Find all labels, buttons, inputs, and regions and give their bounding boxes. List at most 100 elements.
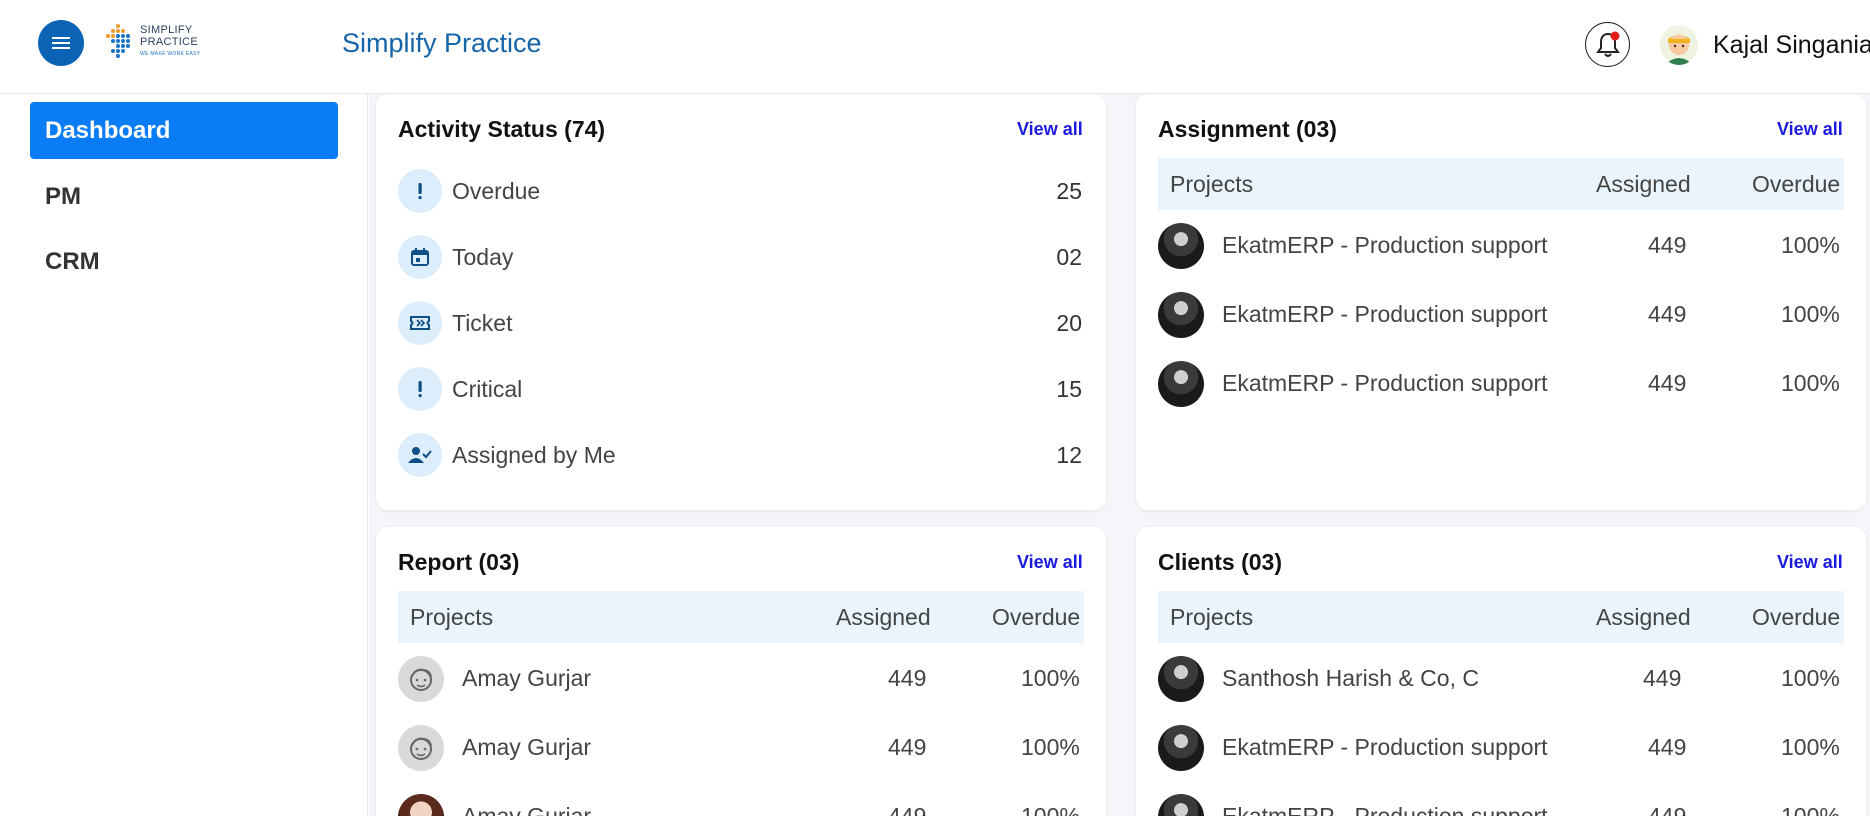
user-check-icon [398, 433, 442, 477]
overdue-value: 100% [1021, 665, 1080, 691]
exclamation-icon [398, 367, 442, 411]
activity-row-overdue[interactable]: Overdue 25 [398, 168, 1082, 214]
column-header-assigned: Assigned [1596, 171, 1691, 197]
logo-text: SIMPLIFY PRACTICE WE MAKE WORK EASY [140, 24, 200, 60]
project-avatar [1158, 223, 1204, 269]
overdue-value: 100% [1781, 301, 1840, 327]
activity-row-ticket[interactable]: Ticket 20 [398, 300, 1082, 346]
overdue-value: 100% [1781, 232, 1840, 258]
table-row[interactable]: EkatmERP - Production support 449 100% [1158, 216, 1844, 276]
person-avatar [398, 794, 444, 816]
calendar-icon [398, 235, 442, 279]
client-avatar [1158, 794, 1204, 816]
assigned-value: 449 [1648, 232, 1687, 258]
sidebar-item-label: CRM [45, 247, 100, 275]
report-card-title: Report (03) [398, 549, 520, 575]
clients-view-all-link[interactable]: View all [1777, 552, 1843, 573]
activity-label: Ticket [452, 309, 513, 336]
project-avatar [1158, 292, 1204, 338]
ticket-icon [398, 301, 442, 345]
client-name: EkatmERP - Production support [1222, 734, 1548, 760]
sidebar-item-label: Dashboard [45, 116, 171, 144]
column-header-overdue: Overdue [992, 604, 1081, 630]
activity-status-card: Activity Status (74) View all Overdue 25… [376, 94, 1106, 510]
clients-card-title: Clients (03) [1158, 549, 1282, 575]
activity-row-critical[interactable]: Critical 15 [398, 366, 1082, 412]
menu-button[interactable] [38, 20, 84, 66]
assigned-value: 449 [888, 734, 927, 760]
assignment-view-all-link[interactable]: View all [1777, 119, 1843, 140]
app-logo[interactable]: SIMPLIFY PRACTICE WE MAKE WORK EASY [104, 20, 204, 64]
activity-row-today[interactable]: Today 02 [398, 234, 1082, 280]
project-name: EkatmERP - Production support [1222, 232, 1548, 258]
activity-count: 02 [1056, 243, 1082, 270]
sidebar: Dashboard PM CRM [0, 94, 368, 816]
table-row[interactable]: EkatmERP - Production support 449 100% [1158, 285, 1844, 345]
top-header: SIMPLIFY PRACTICE WE MAKE WORK EASY Simp… [0, 0, 1870, 94]
activity-view-all-link[interactable]: View all [1017, 119, 1083, 140]
project-avatar [1158, 361, 1204, 407]
table-row[interactable]: Santhosh Harish & Co, C 449 100% [1158, 649, 1844, 709]
column-header-overdue: Overdue [1752, 604, 1841, 630]
sidebar-item-dashboard[interactable]: Dashboard [30, 102, 338, 159]
assigned-value: 449 [1648, 803, 1687, 816]
client-name: Santhosh Harish & Co, C [1222, 665, 1479, 691]
assigned-value: 449 [1648, 734, 1687, 760]
user-avatar[interactable] [1660, 25, 1698, 65]
activity-count: 15 [1056, 375, 1082, 402]
overdue-value: 100% [1021, 734, 1080, 760]
table-row[interactable]: EkatmERP - Production support 449 100% [1158, 718, 1844, 778]
column-header-projects: Projects [1170, 171, 1254, 197]
report-view-all-link[interactable]: View all [1017, 552, 1083, 573]
report-card: Report (03) View all Projects Assigned O… [376, 527, 1106, 816]
activity-count: 20 [1056, 309, 1082, 336]
clients-table-header: Projects Assigned Overdue [1158, 591, 1844, 643]
assigned-value: 449 [1643, 665, 1682, 691]
hamburger-icon [52, 37, 70, 49]
person-name: Amay Gurjar [462, 665, 592, 691]
sidebar-item-pm[interactable]: PM [30, 168, 338, 225]
user-name[interactable]: Kajal Singania [1713, 31, 1870, 60]
person-name: Amay Gurjar [462, 803, 592, 816]
overdue-value: 100% [1781, 803, 1840, 816]
logo-line1: SIMPLIFY [140, 24, 193, 36]
exclamation-icon [398, 169, 442, 213]
overdue-value: 100% [1781, 370, 1840, 396]
notification-button[interactable] [1585, 22, 1630, 67]
project-name: EkatmERP - Production support [1222, 301, 1548, 327]
sidebar-item-crm[interactable]: CRM [30, 233, 338, 290]
column-header-assigned: Assigned [1596, 604, 1691, 630]
face-placeholder-icon [410, 737, 432, 760]
table-row[interactable]: Amay Gurjar 449 100% [398, 649, 1084, 709]
logo-tagline: WE MAKE WORK EASY [140, 51, 201, 57]
activity-card-title: Activity Status (74) [398, 116, 606, 142]
table-row[interactable]: EkatmERP - Production support 449 100% [1158, 787, 1844, 816]
assigned-value: 449 [888, 803, 927, 816]
activity-label: Assigned by Me [452, 441, 616, 468]
activity-label: Critical [452, 375, 523, 402]
overdue-value: 100% [1781, 734, 1840, 760]
column-header-overdue: Overdue [1752, 171, 1841, 197]
activity-row-assigned-by-me[interactable]: Assigned by Me 12 [398, 432, 1082, 478]
client-avatar [1158, 725, 1204, 771]
user-avatar-icon [1660, 26, 1698, 65]
table-row[interactable]: Amay Gurjar 449 100% [398, 718, 1084, 778]
client-name: EkatmERP - Production support [1222, 803, 1548, 816]
assigned-value: 449 [1648, 301, 1687, 327]
table-row[interactable]: EkatmERP - Production support 449 100% [1158, 354, 1844, 414]
assigned-value: 449 [1648, 370, 1687, 396]
table-row[interactable]: Amay Gurjar 449 100% [398, 787, 1084, 816]
face-placeholder-icon [410, 668, 432, 691]
clients-card: Clients (03) View all Projects Assigned … [1136, 527, 1866, 816]
column-header-assigned: Assigned [836, 604, 931, 630]
assignment-card: Assignment (03) View all Projects Assign… [1136, 94, 1866, 510]
overdue-value: 100% [1021, 803, 1080, 816]
bell-icon [1595, 31, 1620, 57]
column-header-projects: Projects [1170, 604, 1254, 630]
sidebar-item-label: PM [45, 182, 81, 210]
project-name: EkatmERP - Production support [1222, 370, 1548, 396]
activity-label: Overdue [452, 177, 541, 204]
person-avatar [398, 656, 444, 702]
logo-dots-icon [106, 24, 130, 58]
app-title: Simplify Practice [342, 28, 542, 58]
